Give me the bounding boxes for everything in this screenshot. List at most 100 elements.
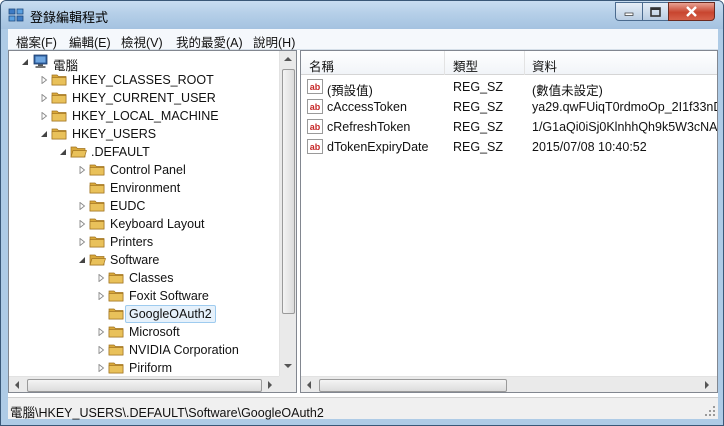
collapsed-triangle-icon[interactable]: [97, 346, 105, 354]
value-row[interactable]: ab (預設值) REG_SZ (數值未設定): [301, 77, 717, 98]
column-header: 名稱 類型 資料: [301, 51, 717, 75]
scroll-up-icon[interactable]: [284, 57, 292, 61]
title-bar[interactable]: 登錄編輯程式: [1, 1, 723, 29]
tree-node[interactable]: HKEY_CLASSES_ROOT: [9, 71, 279, 89]
tree-node[interactable]: Classes: [9, 269, 279, 287]
menu-favorites[interactable]: 我的最愛(A): [176, 32, 243, 51]
menu-bar: 檔案(F) 編輯(E) 檢視(V) 我的最愛(A) 說明(H): [8, 29, 718, 50]
tree-node-label: Microsoft: [129, 325, 180, 339]
folder-icon: [108, 326, 124, 338]
expanded-triangle-icon[interactable]: [40, 130, 48, 138]
key-tree-pane[interactable]: 電腦 HKEY_CLASSES_ROOT HKEY_CURRENT_USER HKEY…: [8, 50, 297, 393]
expanded-triangle-icon[interactable]: [78, 256, 86, 264]
string-value-icon: ab: [307, 119, 323, 134]
client-area: 電腦 HKEY_CLASSES_ROOT HKEY_CURRENT_USER HKEY…: [8, 50, 718, 397]
value-type-cell: REG_SZ: [453, 120, 504, 134]
menu-edit[interactable]: 編輯(E): [69, 32, 111, 51]
list-horizontal-scrollbar[interactable]: [301, 376, 717, 392]
tree-node-label: NVIDIA Corporation: [129, 343, 239, 357]
collapsed-triangle-icon[interactable]: [78, 166, 86, 174]
tree-vertical-scrollbar[interactable]: [279, 51, 296, 376]
menu-file[interactable]: 檔案(F): [16, 32, 57, 51]
tree-node-label: Keyboard Layout: [110, 217, 205, 231]
folder-icon: [51, 92, 67, 104]
value-data-cell: 1/G1aQi0iSj0KlnhhQh9k5W3cNAc: [532, 120, 718, 134]
scroll-right-icon[interactable]: [268, 381, 272, 389]
tree-node[interactable]: Foxit Software: [9, 287, 279, 305]
tree-node-label: HKEY_LOCAL_MACHINE: [72, 109, 219, 123]
tree-node[interactable]: HKEY_CURRENT_USER: [9, 89, 279, 107]
value-data-cell: 2015/07/08 10:40:52: [532, 140, 647, 154]
value-row[interactable]: ab dTokenExpiryDate REG_SZ 2015/07/08 10:40…: [301, 137, 717, 157]
tree-node[interactable]: Piriform: [9, 359, 279, 376]
expanded-triangle-icon[interactable]: [59, 148, 67, 156]
collapsed-triangle-icon[interactable]: [97, 292, 105, 300]
key-tree: 電腦 HKEY_CLASSES_ROOT HKEY_CURRENT_USER HKEY…: [9, 51, 279, 376]
status-path: 電腦\HKEY_USERS\.DEFAULT\Software\GoogleOA…: [10, 406, 324, 420]
tree-node[interactable]: 電腦: [9, 53, 279, 73]
tree-node[interactable]: Environment: [9, 179, 279, 197]
tree-node[interactable]: GoogleOAuth2: [9, 305, 279, 323]
folder-icon: [108, 344, 124, 356]
maximize-button[interactable]: [642, 2, 668, 21]
folder-icon: [89, 164, 105, 176]
collapsed-triangle-icon[interactable]: [78, 238, 86, 246]
resize-grip-icon[interactable]: [704, 405, 716, 417]
column-data-header[interactable]: 資料: [532, 56, 557, 75]
tree-node[interactable]: EUDC: [9, 197, 279, 215]
tree-node-label: HKEY_USERS: [72, 127, 157, 141]
svg-text:ab: ab: [310, 142, 321, 152]
collapsed-triangle-icon[interactable]: [78, 202, 86, 210]
scroll-left-icon[interactable]: [307, 381, 311, 389]
collapsed-triangle-icon[interactable]: [40, 112, 48, 120]
tree-node[interactable]: Control Panel: [9, 161, 279, 179]
scroll-left-icon[interactable]: [15, 381, 19, 389]
collapsed-triangle-icon[interactable]: [78, 220, 86, 228]
menu-view[interactable]: 檢視(V): [121, 32, 163, 51]
value-row[interactable]: ab cRefreshToken REG_SZ 1/G1aQi0iSj0KlnhhQh…: [301, 117, 717, 137]
svg-text:ab: ab: [310, 122, 321, 132]
folder-icon: [51, 74, 67, 86]
tree-node-label: Classes: [129, 271, 174, 285]
scrollbar-corner: [279, 376, 296, 392]
column-divider[interactable]: [524, 51, 525, 75]
tree-vertical-scroll-thumb[interactable]: [282, 69, 295, 314]
tree-horizontal-scrollbar[interactable]: [9, 376, 279, 392]
tree-node[interactable]: .DEFAULT: [9, 143, 279, 161]
value-list-pane[interactable]: 名稱 類型 資料 ab (預設值) REG_SZ (數值未設定) ab cAccessTo…: [300, 50, 718, 393]
expanded-triangle-icon[interactable]: [21, 58, 29, 66]
collapsed-triangle-icon[interactable]: [97, 328, 105, 336]
tree-node-label: HKEY_CLASSES_ROOT: [72, 73, 214, 87]
tree-node-label: Control Panel: [110, 163, 186, 177]
tree-node[interactable]: HKEY_LOCAL_MACHINE: [9, 107, 279, 125]
collapsed-triangle-icon[interactable]: [40, 94, 48, 102]
scroll-right-icon[interactable]: [705, 381, 709, 389]
value-name-cell: dTokenExpiryDate: [327, 140, 429, 154]
tree-node-label: Environment: [110, 181, 181, 195]
folder-icon: [108, 272, 124, 284]
collapsed-triangle-icon[interactable]: [97, 274, 105, 282]
tree-node[interactable]: Software: [9, 251, 279, 269]
tree-horizontal-scroll-thumb[interactable]: [27, 379, 262, 392]
close-button[interactable]: [668, 2, 715, 21]
value-row[interactable]: ab cAccessToken REG_SZ ya29.qwFUiqT0rdmoOp_…: [301, 97, 717, 117]
column-name-header[interactable]: 名稱: [309, 56, 334, 75]
collapsed-triangle-icon[interactable]: [40, 76, 48, 84]
tree-node[interactable]: Printers: [9, 233, 279, 251]
tree-node[interactable]: NVIDIA Corporation: [9, 341, 279, 359]
menu-help[interactable]: 說明(H): [253, 32, 295, 51]
column-divider[interactable]: [444, 51, 445, 75]
folder-icon: [51, 110, 67, 122]
tree-node[interactable]: Microsoft: [9, 323, 279, 341]
column-type-header[interactable]: 類型: [453, 56, 478, 75]
tree-node-label: GoogleOAuth2: [125, 305, 216, 323]
collapsed-triangle-icon[interactable]: [97, 364, 105, 372]
scroll-down-icon[interactable]: [284, 364, 292, 368]
tree-node-label: .DEFAULT: [91, 145, 150, 159]
value-data-cell: ya29.qwFUiqT0rdmoOp_2I1f33nD: [532, 100, 718, 114]
minimize-button[interactable]: [615, 2, 642, 21]
list-horizontal-scroll-thumb[interactable]: [319, 379, 507, 392]
tree-node[interactable]: HKEY_USERS: [9, 125, 279, 143]
folder-icon: [51, 128, 67, 140]
tree-node[interactable]: Keyboard Layout: [9, 215, 279, 233]
